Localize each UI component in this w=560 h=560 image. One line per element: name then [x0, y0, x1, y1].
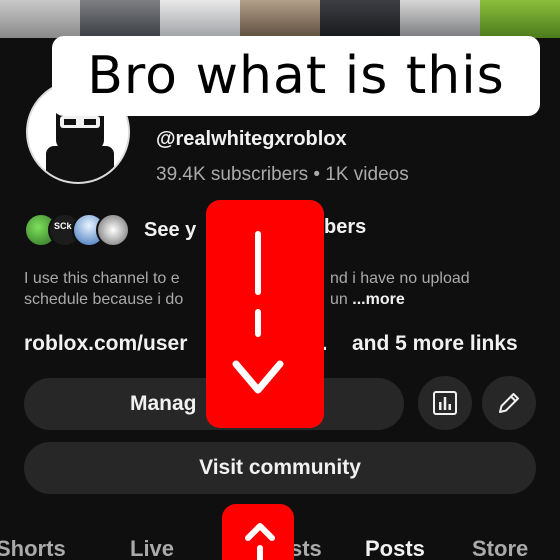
pencil-icon [499, 393, 519, 413]
analytics-button[interactable] [418, 376, 472, 430]
members-label-left: See y [144, 218, 197, 241]
tab-playlists[interactable]: sts [290, 536, 322, 560]
banner-tile [240, 0, 320, 38]
edit-channel-button[interactable] [482, 376, 536, 430]
tab-posts[interactable]: Posts [365, 536, 425, 560]
channel-banner [0, 0, 560, 38]
members-row[interactable]: SCk See y [24, 210, 196, 250]
member-avatar [96, 213, 130, 247]
more-links[interactable]: and 5 more links [352, 332, 518, 356]
description-line2-left: schedule because i do [24, 291, 184, 308]
banner-tile [400, 0, 480, 38]
red-down-arrow-overlay [206, 200, 324, 428]
banner-tile [80, 0, 160, 38]
tab-shorts[interactable]: Shorts [0, 536, 66, 560]
down-arrow-icon [232, 231, 284, 394]
description-line2-right: un [330, 291, 348, 308]
banner-tile [320, 0, 400, 38]
visit-community-button[interactable]: Visit community [24, 442, 536, 494]
banner-tile [480, 0, 560, 38]
tab-live[interactable]: Live [130, 536, 174, 560]
description-line1-left: I use this channel to e [24, 270, 180, 287]
bar-chart-icon [433, 391, 457, 415]
tab-store[interactable]: Store [472, 536, 528, 560]
more-link[interactable]: ...more [352, 291, 404, 308]
red-up-arrow-overlay [222, 504, 294, 560]
visit-community-label: Visit community [199, 456, 361, 479]
channel-links-row[interactable]: roblox.com/user ... and 5 more links [24, 332, 518, 356]
meme-caption-text: Bro what is this [87, 46, 505, 106]
banner-tile [160, 0, 240, 38]
channel-handle: @realwhitegxroblox [156, 128, 347, 150]
meme-caption: Bro what is this [52, 36, 540, 116]
description-line1-right: nd i have no upload [330, 270, 470, 287]
channel-stats: 39.4K subscribers • 1K videos [156, 164, 409, 185]
banner-tile [0, 0, 80, 38]
up-arrow-icon [245, 523, 275, 560]
manage-button-label: Manag [130, 392, 197, 415]
primary-link[interactable]: roblox.com/user [24, 332, 187, 355]
member-avatar-label: SCk [54, 221, 72, 231]
members-label-right: bers [324, 216, 367, 238]
